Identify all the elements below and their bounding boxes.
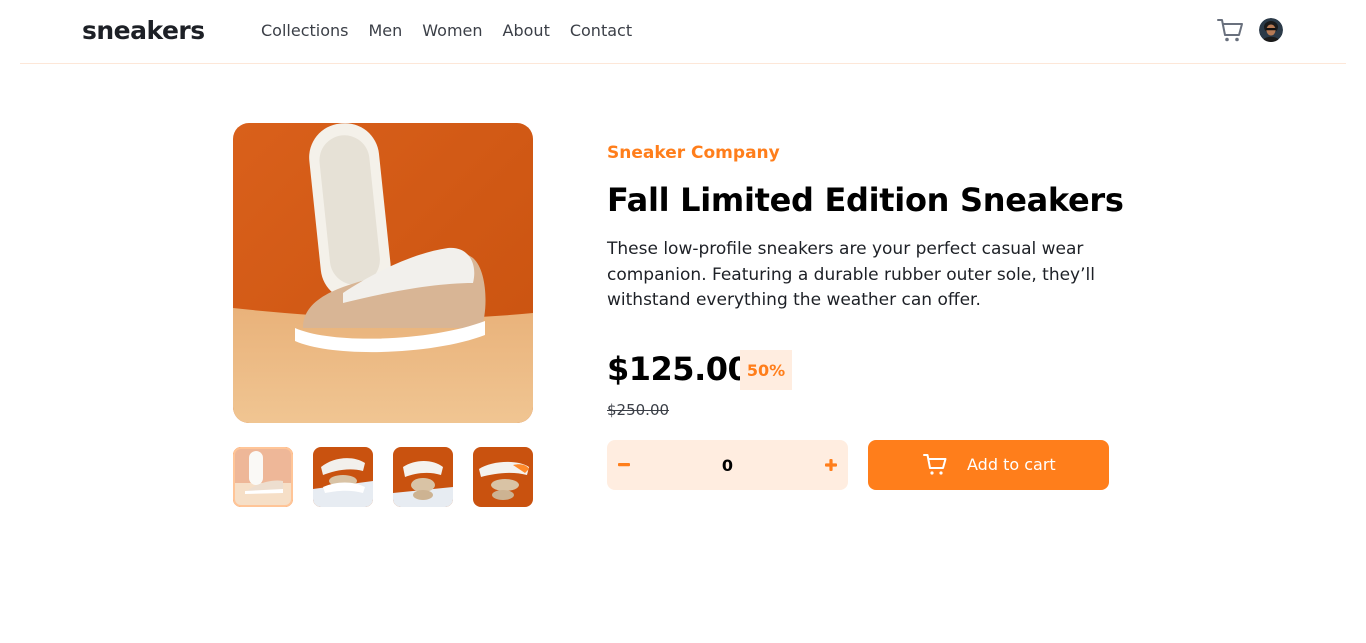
quantity-value[interactable]: 0 [667,440,788,490]
site-header: sneakers Collections Men Women About Con… [20,0,1346,64]
product-description: These low-profile sneakers are your perf… [607,239,1095,310]
main-product-image[interactable] [233,123,533,423]
thumbnail-3[interactable] [393,447,453,507]
main-nav: Collections Men Women About Contact [261,21,632,40]
logo[interactable]: sneakers [82,16,205,45]
company-name: Sneaker Company [607,143,780,163]
thumbnail-1[interactable] [233,447,293,507]
cart-icon [923,453,948,477]
discount-badge: 50% [740,350,792,390]
add-to-cart-button[interactable]: Add to cart [868,440,1109,490]
nav-link-contact[interactable]: Contact [570,21,632,40]
add-to-cart-label: Add to cart [967,455,1056,474]
product-title: Fall Limited Edition Sneakers [607,181,1124,219]
cart-icon[interactable] [1216,16,1244,44]
quantity-stepper: 0 [607,440,848,490]
thumbnail-list [233,447,533,507]
thumbnail-2[interactable] [313,447,373,507]
nav-link-men[interactable]: Men [368,21,402,40]
minus-icon[interactable] [607,440,641,490]
thumbnail-4[interactable] [473,447,533,507]
current-price: $125.00 [607,350,750,388]
nav-link-women[interactable]: Women [422,21,482,40]
nav-link-collections[interactable]: Collections [261,21,348,40]
original-price: $250.00 [607,401,670,419]
user-avatar[interactable] [1259,18,1283,42]
plus-icon[interactable] [814,440,848,490]
nav-link-about[interactable]: About [503,21,550,40]
